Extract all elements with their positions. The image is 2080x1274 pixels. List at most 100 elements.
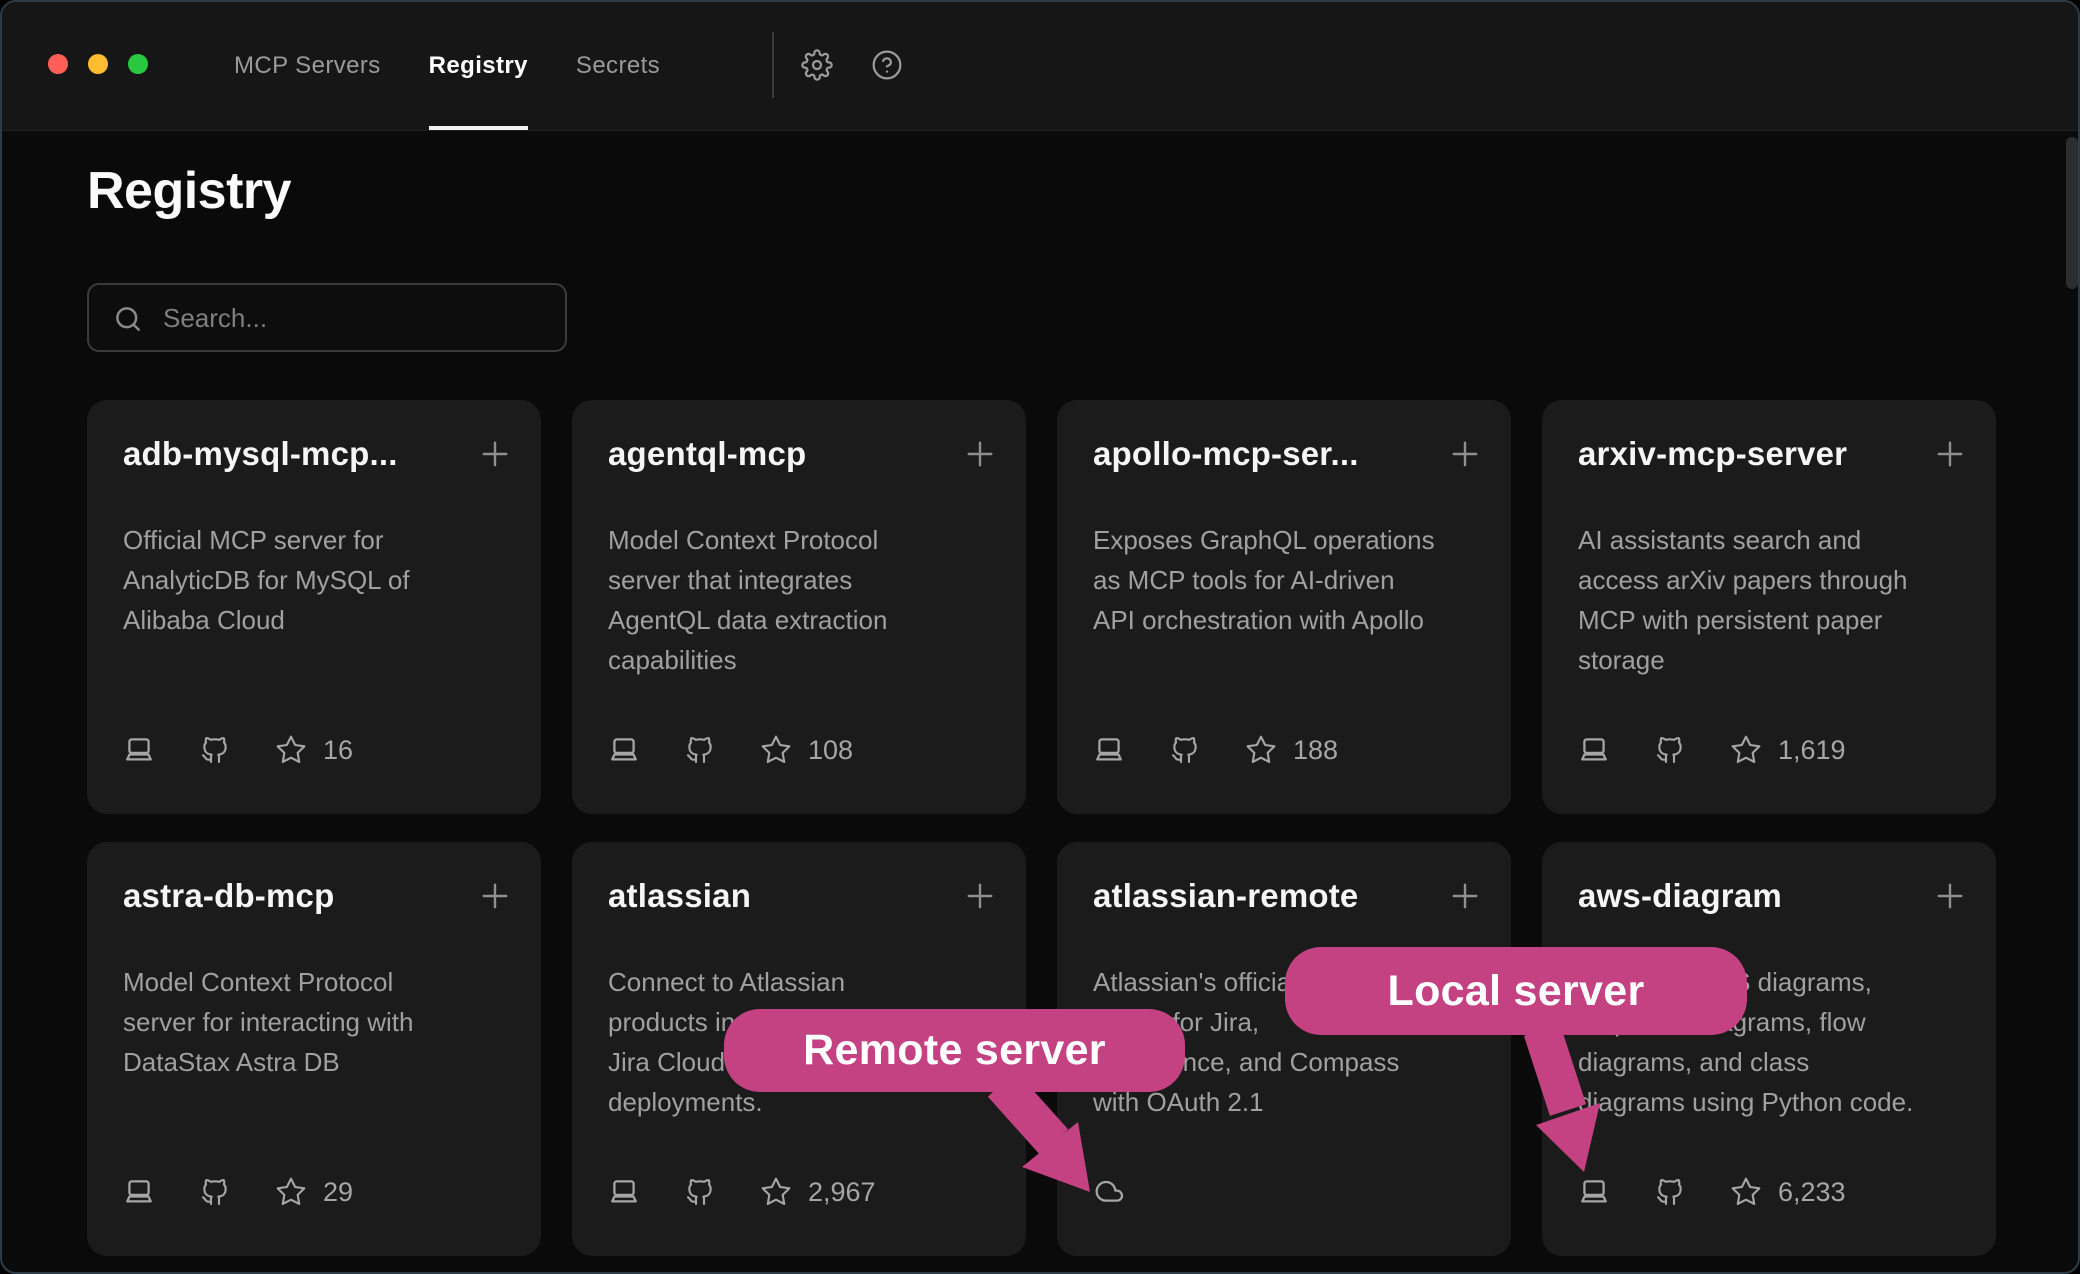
star-group: 108 (760, 734, 853, 766)
github-icon (1169, 734, 1201, 766)
card-footer: 1,619 (1578, 734, 1846, 766)
search-icon (113, 304, 143, 334)
star-count: 16 (323, 735, 353, 766)
search-box (87, 283, 567, 352)
laptop-icon (123, 734, 155, 766)
star-icon (760, 734, 792, 766)
card-title: aws-diagram (1578, 876, 1782, 916)
toolbar-divider (772, 32, 774, 98)
page-title: Registry (87, 162, 291, 220)
scrollbar-thumb[interactable] (2066, 137, 2078, 289)
add-server-button[interactable] (477, 436, 513, 472)
server-card[interactable]: agentql-mcp Model Context Protocol serve… (572, 400, 1026, 814)
add-server-button[interactable] (1932, 436, 1968, 472)
github-icon (1654, 734, 1686, 766)
card-footer: 108 (608, 734, 853, 766)
server-card[interactable]: apollo-mcp-ser... Exposes GraphQL operat… (1057, 400, 1511, 814)
card-title: apollo-mcp-ser... (1093, 434, 1359, 474)
card-footer: 2,967 (608, 1176, 876, 1208)
github-icon (684, 1176, 716, 1208)
card-description: Model Context Protocol server that integ… (608, 520, 1002, 680)
add-server-button[interactable] (962, 878, 998, 914)
card-header: atlassian-remote (1057, 842, 1511, 916)
star-count: 2,967 (808, 1177, 876, 1208)
card-footer: 16 (123, 734, 353, 766)
github-icon (684, 734, 716, 766)
star-icon (275, 734, 307, 766)
github-icon (1654, 1176, 1686, 1208)
card-title: adb-mysql-mcp... (123, 434, 398, 474)
card-title: agentql-mcp (608, 434, 806, 474)
search-input[interactable] (161, 285, 555, 352)
laptop-icon (608, 1176, 640, 1208)
server-card[interactable]: adb-mysql-mcp... Official MCP server for… (87, 400, 541, 814)
settings-gear-icon[interactable] (801, 49, 833, 81)
card-footer: 29 (123, 1176, 353, 1208)
card-description: Official MCP server for AnalyticDB for M… (123, 520, 517, 640)
card-description: AI assistants search and access arXiv pa… (1578, 520, 1972, 680)
star-count: 188 (1293, 735, 1338, 766)
card-title: arxiv-mcp-server (1578, 434, 1847, 474)
add-server-button[interactable] (477, 878, 513, 914)
star-group: 2,967 (760, 1176, 876, 1208)
zoom-window-button[interactable] (128, 54, 148, 74)
star-count: 29 (323, 1177, 353, 1208)
laptop-icon (1093, 734, 1125, 766)
titlebar: MCP Servers Registry Secrets (2, 2, 2078, 131)
star-icon (1730, 734, 1762, 766)
tab-mcp-servers[interactable]: MCP Servers (234, 2, 381, 130)
star-icon (760, 1176, 792, 1208)
card-title: atlassian (608, 876, 751, 916)
add-server-button[interactable] (1447, 436, 1483, 472)
server-card[interactable]: aws-diagram Generate AWS diagrams, seque… (1542, 842, 1996, 1256)
add-server-button[interactable] (962, 436, 998, 472)
card-title: atlassian-remote (1093, 876, 1358, 916)
tab-secrets[interactable]: Secrets (576, 2, 660, 130)
star-group: 6,233 (1730, 1176, 1846, 1208)
card-header: astra-db-mcp (87, 842, 541, 916)
laptop-icon (1578, 734, 1610, 766)
cloud-icon (1093, 1176, 1125, 1208)
github-icon (199, 1176, 231, 1208)
star-icon (275, 1176, 307, 1208)
star-count: 108 (808, 735, 853, 766)
card-description: Exposes GraphQL operations as MCP tools … (1093, 520, 1487, 640)
registry-grid: adb-mysql-mcp... Official MCP server for… (87, 400, 1996, 1256)
close-window-button[interactable] (48, 54, 68, 74)
github-icon (199, 734, 231, 766)
star-count: 6,233 (1778, 1177, 1846, 1208)
tab-registry[interactable]: Registry (429, 2, 528, 130)
card-header: atlassian (572, 842, 1026, 916)
local-server-callout: Local server (1285, 947, 1747, 1035)
star-group: 29 (275, 1176, 353, 1208)
star-group: 1,619 (1730, 734, 1846, 766)
remote-server-callout: Remote server (724, 1009, 1185, 1092)
server-card[interactable]: arxiv-mcp-server AI assistants search an… (1542, 400, 1996, 814)
card-header: adb-mysql-mcp... (87, 400, 541, 474)
add-server-button[interactable] (1447, 878, 1483, 914)
card-header: arxiv-mcp-server (1542, 400, 1996, 474)
star-group: 16 (275, 734, 353, 766)
laptop-icon (1578, 1176, 1610, 1208)
minimize-window-button[interactable] (88, 54, 108, 74)
card-header: aws-diagram (1542, 842, 1996, 916)
traffic-lights (48, 54, 148, 74)
card-footer (1093, 1176, 1125, 1208)
star-icon (1730, 1176, 1762, 1208)
server-card[interactable]: astra-db-mcp Model Context Protocol serv… (87, 842, 541, 1256)
card-footer: 6,233 (1578, 1176, 1846, 1208)
card-header: apollo-mcp-ser... (1057, 400, 1511, 474)
help-icon[interactable] (871, 49, 903, 81)
laptop-icon (123, 1176, 155, 1208)
app-window: MCP Servers Registry Secrets Registry (0, 0, 2080, 1274)
add-server-button[interactable] (1932, 878, 1968, 914)
laptop-icon (608, 734, 640, 766)
star-group: 188 (1245, 734, 1338, 766)
card-header: agentql-mcp (572, 400, 1026, 474)
main-nav: MCP Servers Registry Secrets (234, 2, 660, 130)
card-description: Model Context Protocol server for intera… (123, 962, 517, 1082)
star-count: 1,619 (1778, 735, 1846, 766)
star-icon (1245, 734, 1277, 766)
card-title: astra-db-mcp (123, 876, 334, 916)
card-footer: 188 (1093, 734, 1338, 766)
